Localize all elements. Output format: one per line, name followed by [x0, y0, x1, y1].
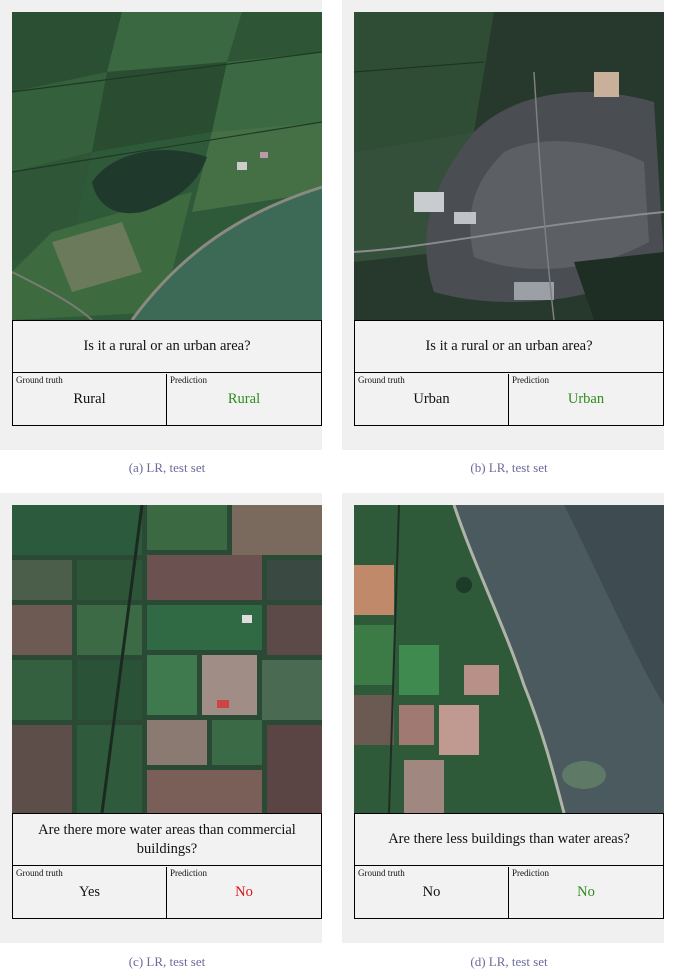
qa-table-c: Are there more water areas than commerci…	[12, 813, 322, 919]
satellite-image-d	[354, 505, 664, 813]
qa-table-b: Is it a rural or an urban area? Ground t…	[354, 320, 664, 426]
qa-table-d: Are there less buildings than water area…	[354, 813, 664, 919]
caption-b: (b) LR, test set	[470, 460, 548, 475]
prediction-label: Prediction	[512, 375, 549, 385]
ground-truth-value: Yes	[78, 884, 101, 900]
prediction-cell: Prediction Rural	[167, 374, 321, 425]
qa-table-a: Is it a rural or an urban area? Ground t…	[12, 320, 322, 426]
prediction-cell: Prediction No	[509, 867, 663, 918]
question-text: Is it a rural or an urban area?	[355, 321, 663, 373]
question-text: Are there more water areas than commerci…	[13, 814, 321, 866]
prediction-cell: Prediction No	[167, 867, 321, 918]
ground-truth-value: Rural	[73, 391, 106, 407]
caption-c: (c) LR, test set	[128, 954, 206, 969]
ground-truth-label: Ground truth	[358, 868, 405, 878]
prediction-cell: Prediction Urban	[509, 374, 663, 425]
figure-panel-b: Is it a rural or an urban area? Ground t…	[342, 0, 664, 450]
ground-truth-label: Ground truth	[358, 375, 405, 385]
prediction-label: Prediction	[170, 375, 207, 385]
ground-truth-cell: Ground truth Urban	[355, 374, 509, 425]
figure-panel-a: Is it a rural or an urban area? Ground t…	[0, 0, 322, 450]
ground-truth-cell: Ground truth No	[355, 867, 509, 918]
ground-truth-cell: Ground truth Rural	[13, 374, 167, 425]
prediction-value: No	[577, 884, 595, 900]
satellite-image-c	[12, 505, 322, 813]
caption-d: (d) LR, test set	[470, 954, 548, 969]
question-text: Are there less buildings than water area…	[355, 814, 663, 866]
ground-truth-label: Ground truth	[16, 375, 63, 385]
figure-panel-d: Are there less buildings than water area…	[342, 493, 664, 943]
prediction-label: Prediction	[512, 868, 549, 878]
prediction-label: Prediction	[170, 868, 207, 878]
satellite-image-a	[12, 12, 322, 320]
ground-truth-cell: Ground truth Yes	[13, 867, 167, 918]
prediction-value: Urban	[567, 391, 605, 407]
prediction-value: No	[235, 884, 253, 900]
ground-truth-value: No	[422, 884, 441, 900]
satellite-image-b	[354, 12, 664, 320]
ground-truth-value: Urban	[413, 391, 450, 407]
prediction-value: Rural	[227, 391, 261, 407]
question-text: Is it a rural or an urban area?	[13, 321, 321, 373]
caption-a: (a) LR, test set	[128, 460, 206, 475]
figure-panel-c: Are there more water areas than commerci…	[0, 493, 322, 943]
ground-truth-label: Ground truth	[16, 868, 63, 878]
